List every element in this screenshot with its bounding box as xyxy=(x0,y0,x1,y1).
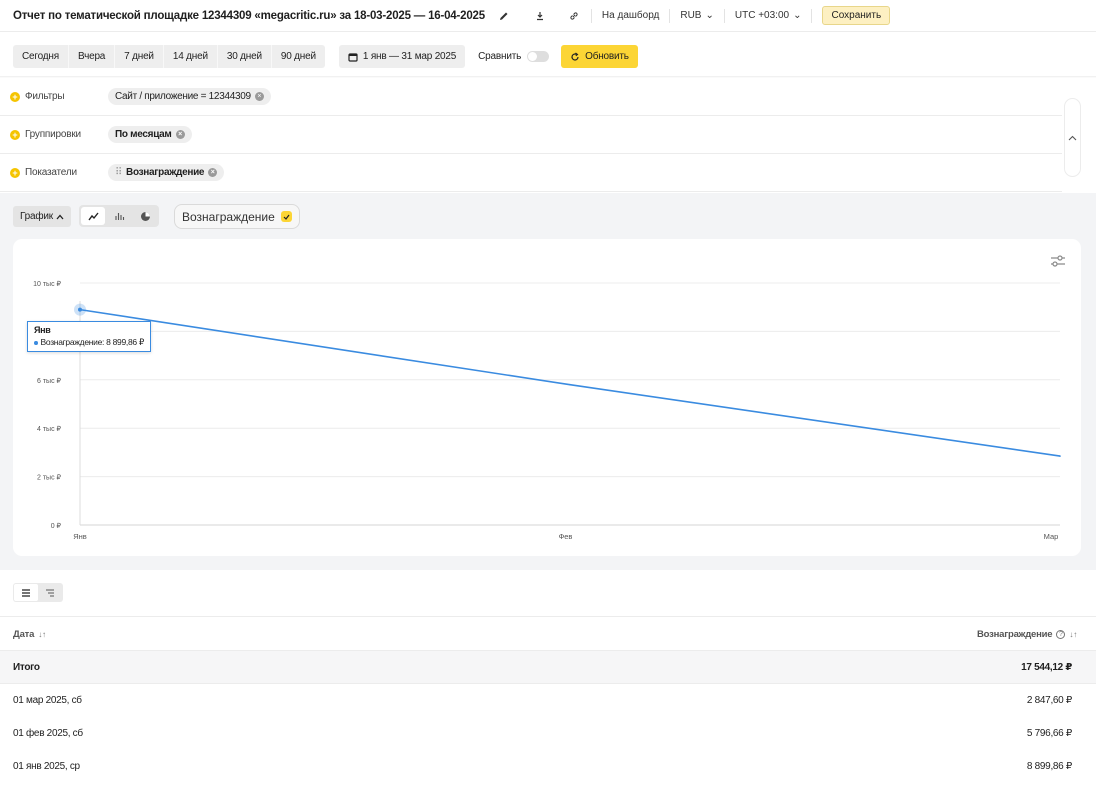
column-header-date[interactable]: Дата ↓↑ xyxy=(13,629,46,640)
tooltip-title: Янв xyxy=(34,325,51,335)
tree-list-icon[interactable] xyxy=(38,584,62,601)
table-row: 01 мар 2025, сб 2 847,60 ₽ xyxy=(0,684,1096,717)
help-icon[interactable]: ? xyxy=(1056,630,1066,639)
flat-list-icon[interactable] xyxy=(14,584,38,601)
y-tick-label: 0 ₽ xyxy=(51,522,62,530)
row-date: 01 фев 2025, сб xyxy=(13,728,83,739)
data-point xyxy=(1059,455,1061,457)
sort-icon[interactable]: ↓↑ xyxy=(1069,630,1077,639)
table-header: Дата ↓↑ Вознаграждение ? ↓↑ xyxy=(0,616,1096,651)
x-tick-label: Янв xyxy=(73,532,87,541)
x-tick-label: Мар xyxy=(1044,532,1059,541)
tooltip-row: Вознаграждение: 8 899,86 ₽ xyxy=(34,337,144,348)
data-point xyxy=(78,307,82,312)
x-tick-label: Фев xyxy=(559,532,573,541)
tooltip-value: Вознаграждение: 8 899,86 ₽ xyxy=(40,337,145,347)
row-date: 01 янв 2025, ср xyxy=(13,761,80,772)
series-dot xyxy=(34,340,38,345)
row-value: 5 796,66 ₽ xyxy=(1026,728,1072,739)
column-date-label: Дата xyxy=(13,629,35,640)
chart-settings-icon[interactable] xyxy=(1050,253,1066,269)
column-reward-label: Вознаграждение xyxy=(976,629,1053,640)
y-tick-label: 10 тыс ₽ xyxy=(33,280,61,288)
y-tick-label: 4 тыс ₽ xyxy=(37,425,62,433)
table-row: 01 янв 2025, ср 8 899,86 ₽ xyxy=(0,750,1096,783)
y-tick-label: 6 тыс ₽ xyxy=(37,377,62,385)
sort-icon[interactable]: ↓↑ xyxy=(38,630,46,639)
chart-tooltip: Янв Вознаграждение: 8 899,86 ₽ xyxy=(27,321,151,352)
total-value: 17 544,12 ₽ xyxy=(1021,662,1072,673)
row-date: 01 мар 2025, сб xyxy=(13,695,82,706)
row-value: 8 899,86 ₽ xyxy=(1026,761,1072,772)
data-point xyxy=(569,383,571,386)
row-value: 2 847,60 ₽ xyxy=(1026,695,1072,706)
y-tick-label: 2 тыс ₽ xyxy=(37,474,62,482)
total-label: Итого xyxy=(13,662,40,673)
table-row: 01 фев 2025, сб 5 796,66 ₽ xyxy=(0,717,1096,750)
column-header-reward[interactable]: Вознаграждение ? ↓↑ xyxy=(977,629,1077,640)
table-view-toggle xyxy=(13,583,63,602)
table-total-row: Итого 17 544,12 ₽ xyxy=(0,651,1096,684)
